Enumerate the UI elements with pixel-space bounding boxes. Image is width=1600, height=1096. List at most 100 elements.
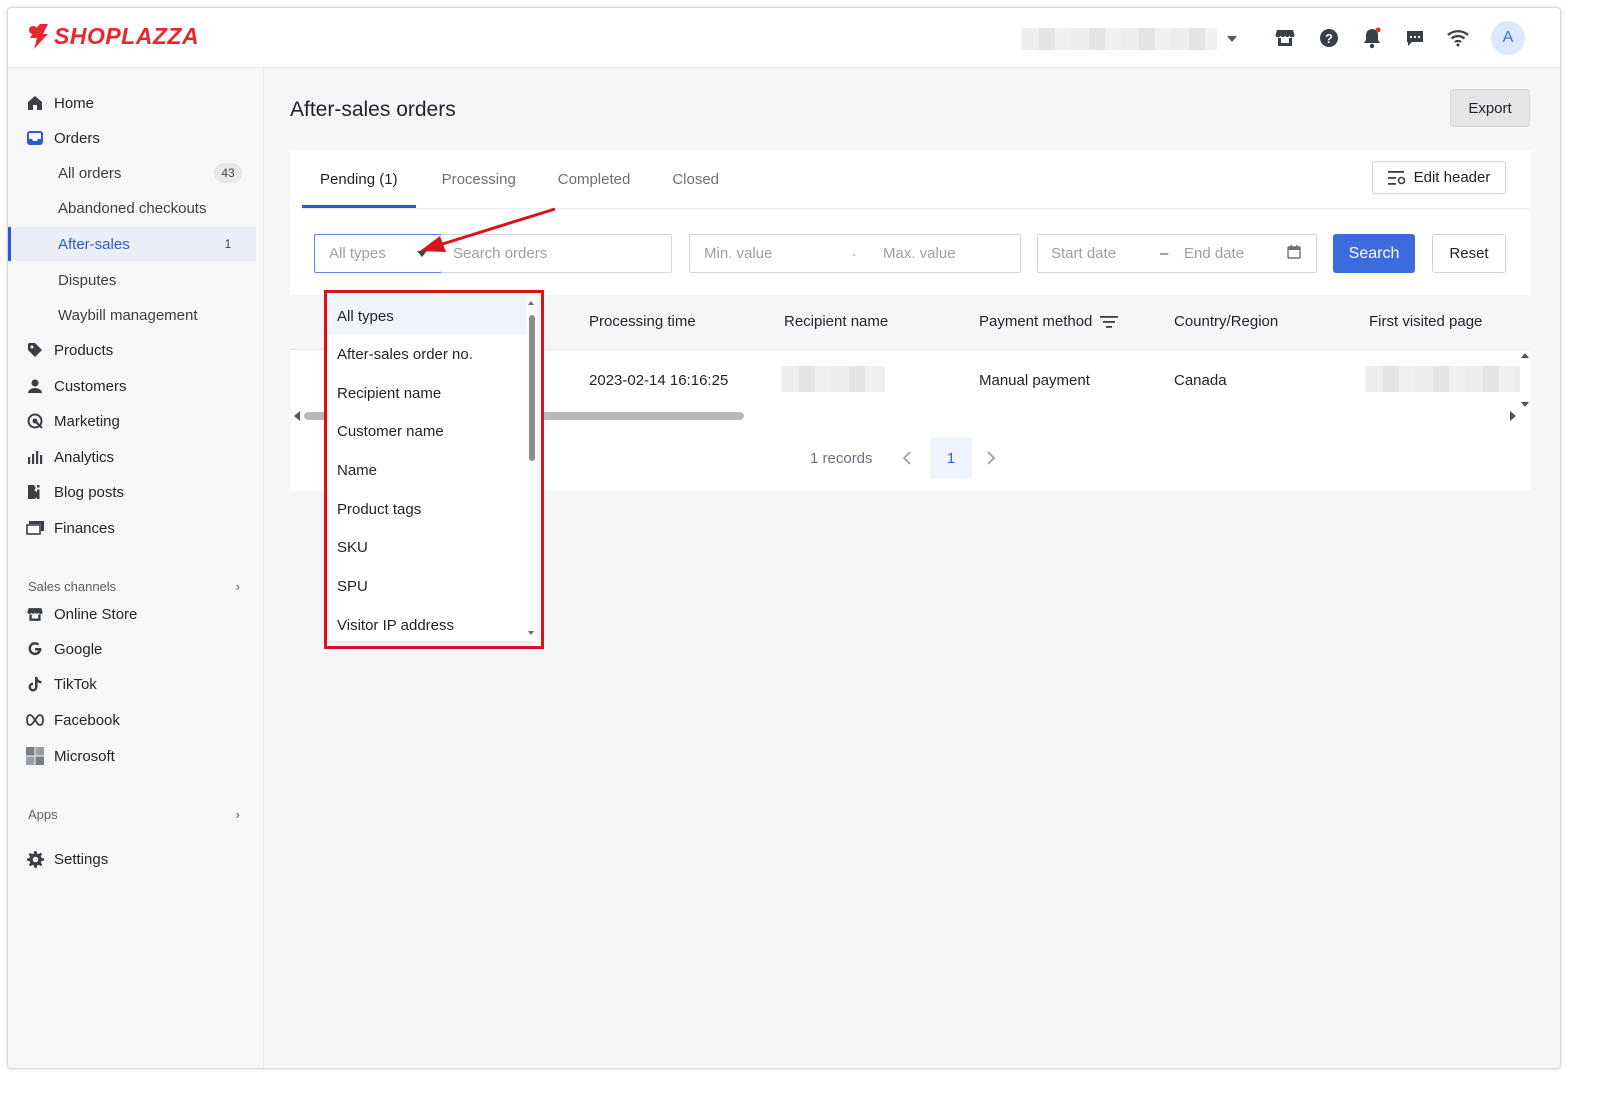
search-placeholder: Search orders	[453, 245, 548, 262]
avatar[interactable]: A	[1491, 21, 1525, 55]
sidebar-item-label: Disputes	[58, 271, 117, 289]
scroll-down-icon[interactable]	[527, 629, 535, 637]
sidebar-item-products[interactable]: Products	[8, 333, 256, 367]
export-button[interactable]: Export	[1450, 89, 1530, 127]
column-first-visited-page[interactable]: First visited page	[1369, 313, 1482, 330]
dropdown-option[interactable]: Name	[329, 451, 527, 489]
value-range-input[interactable]: Min. value - Max. value	[689, 234, 1021, 273]
sidebar-item-label: Customers	[54, 377, 127, 395]
dropdown-option[interactable]: SKU	[329, 528, 527, 566]
search-button[interactable]: Search	[1333, 234, 1415, 273]
sidebar-item-waybill-management[interactable]: Waybill management	[8, 298, 256, 332]
tab-processing[interactable]: Processing	[424, 150, 534, 208]
bell-icon[interactable]	[1360, 26, 1384, 50]
finance-icon	[26, 519, 44, 537]
chat-icon[interactable]	[1403, 26, 1427, 50]
tag-icon	[26, 341, 44, 359]
sidebar-item-label: Finances	[54, 519, 115, 537]
page-number-current[interactable]: 1	[930, 437, 972, 479]
sidebar-item-customers[interactable]: Customers	[8, 369, 256, 403]
tab-label: Pending	[320, 170, 376, 188]
dropdown-option[interactable]: Product tags	[329, 490, 527, 528]
sidebar-item-blog-posts[interactable]: Blog posts	[8, 475, 256, 509]
max-value-input[interactable]: Max. value	[883, 245, 956, 262]
sidebar-item-online-store[interactable]: Online Store	[8, 597, 256, 631]
section-title: Apps	[28, 807, 58, 822]
tab-pending[interactable]: Pending (1)	[302, 150, 416, 208]
calendar-icon[interactable]	[1287, 245, 1301, 263]
column-processing-time[interactable]: Processing time	[589, 313, 696, 330]
column-recipient-name[interactable]: Recipient name	[784, 313, 888, 330]
sidebar-item-settings[interactable]: Settings	[8, 842, 256, 876]
shoplazza-logo-icon	[29, 24, 48, 49]
sidebar-item-tiktok[interactable]: TikTok	[8, 667, 256, 701]
sidebar-item-finances[interactable]: Finances	[8, 511, 256, 545]
home-icon	[26, 94, 44, 112]
sidebar-item-label: Orders	[54, 129, 100, 147]
sidebar-item-label: Facebook	[54, 711, 120, 729]
sidebar-item-all-orders[interactable]: All orders 43	[8, 156, 256, 190]
cell-country: Canada	[1174, 372, 1227, 389]
dropdown-option[interactable]: All types	[329, 297, 527, 335]
sidebar-item-analytics[interactable]: Analytics	[8, 440, 256, 474]
bar-chart-icon	[26, 448, 44, 466]
tab-closed[interactable]: Closed	[654, 150, 737, 208]
store-icon	[26, 605, 44, 623]
end-date-input[interactable]: End date	[1184, 245, 1244, 262]
sidebar-item-after-sales[interactable]: After-sales 1	[8, 227, 256, 261]
brand-name: SHOPLAZZA	[54, 22, 200, 49]
dropdown-option[interactable]: SPU	[329, 567, 527, 605]
apps-section[interactable]: Apps ›	[28, 807, 240, 822]
store-selector[interactable]	[1021, 27, 1241, 51]
sidebar: Home Orders All orders 43 Abandoned chec…	[8, 68, 264, 1068]
store-icon[interactable]	[1273, 26, 1297, 50]
microsoft-icon	[26, 747, 44, 765]
dropdown-option[interactable]: Visitor IP address	[329, 606, 527, 641]
search-input[interactable]: Search orders	[441, 234, 672, 273]
sidebar-item-microsoft[interactable]: Microsoft	[8, 739, 256, 773]
store-name-blurred	[1021, 28, 1217, 50]
vertical-scrollbar[interactable]	[1520, 352, 1530, 408]
cell-processing-time: 2023-02-14 16:16:25	[589, 372, 729, 389]
scroll-left-icon[interactable]	[292, 410, 302, 422]
edit-header-button[interactable]: Edit header	[1372, 161, 1506, 194]
sidebar-item-label: Products	[54, 341, 114, 359]
logo[interactable]: SHOPLAZZA	[26, 22, 199, 50]
sidebar-item-label: Google	[54, 640, 103, 658]
columns-settings-icon	[1387, 170, 1405, 185]
tab-completed[interactable]: Completed	[540, 150, 649, 208]
dropdown-option[interactable]: After-sales order no.	[329, 335, 527, 373]
sidebar-item-abandoned-checkouts[interactable]: Abandoned checkouts	[8, 191, 256, 225]
reset-button[interactable]: Reset	[1432, 234, 1506, 273]
scroll-right-icon[interactable]	[1508, 410, 1518, 422]
sidebar-item-google[interactable]: Google	[8, 632, 256, 666]
dropdown-scroll-thumb[interactable]	[529, 315, 535, 461]
dropdown-scrollbar[interactable]	[525, 297, 537, 641]
help-icon[interactable]: ?	[1317, 26, 1341, 50]
dropdown-option[interactable]: Recipient name	[329, 374, 527, 412]
sidebar-item-facebook[interactable]: Facebook	[8, 703, 256, 737]
scroll-up-icon[interactable]	[527, 299, 535, 307]
dropdown-option[interactable]: Customer name	[329, 412, 527, 450]
sidebar-item-marketing[interactable]: Marketing	[8, 404, 256, 438]
prev-page-icon[interactable]	[902, 437, 912, 479]
sidebar-item-label: Home	[54, 94, 95, 112]
sidebar-item-home[interactable]: Home	[8, 86, 256, 120]
column-country-region[interactable]: Country/Region	[1174, 313, 1278, 330]
date-range-input[interactable]: Start date – End date	[1037, 234, 1317, 273]
sidebar-item-disputes[interactable]: Disputes	[8, 263, 256, 297]
filter-icon[interactable]	[1100, 315, 1119, 328]
start-date-input[interactable]: Start date	[1051, 245, 1116, 262]
status-tabs: Pending (1) Processing Completed Closed	[302, 150, 737, 208]
sidebar-item-orders[interactable]: Orders	[8, 121, 256, 155]
blog-icon	[26, 483, 44, 501]
column-payment-method[interactable]: Payment method	[979, 313, 1119, 330]
wifi-icon[interactable]	[1446, 26, 1470, 50]
top-bar: SHOPLAZZA ? A	[8, 8, 1560, 68]
type-select[interactable]: All types	[314, 234, 442, 273]
min-value-input[interactable]: Min. value	[704, 245, 772, 262]
range-separator: -	[852, 246, 856, 261]
sales-channels-section[interactable]: Sales channels ›	[28, 579, 240, 594]
next-page-icon[interactable]	[986, 437, 996, 479]
caret-down-icon	[417, 250, 427, 257]
